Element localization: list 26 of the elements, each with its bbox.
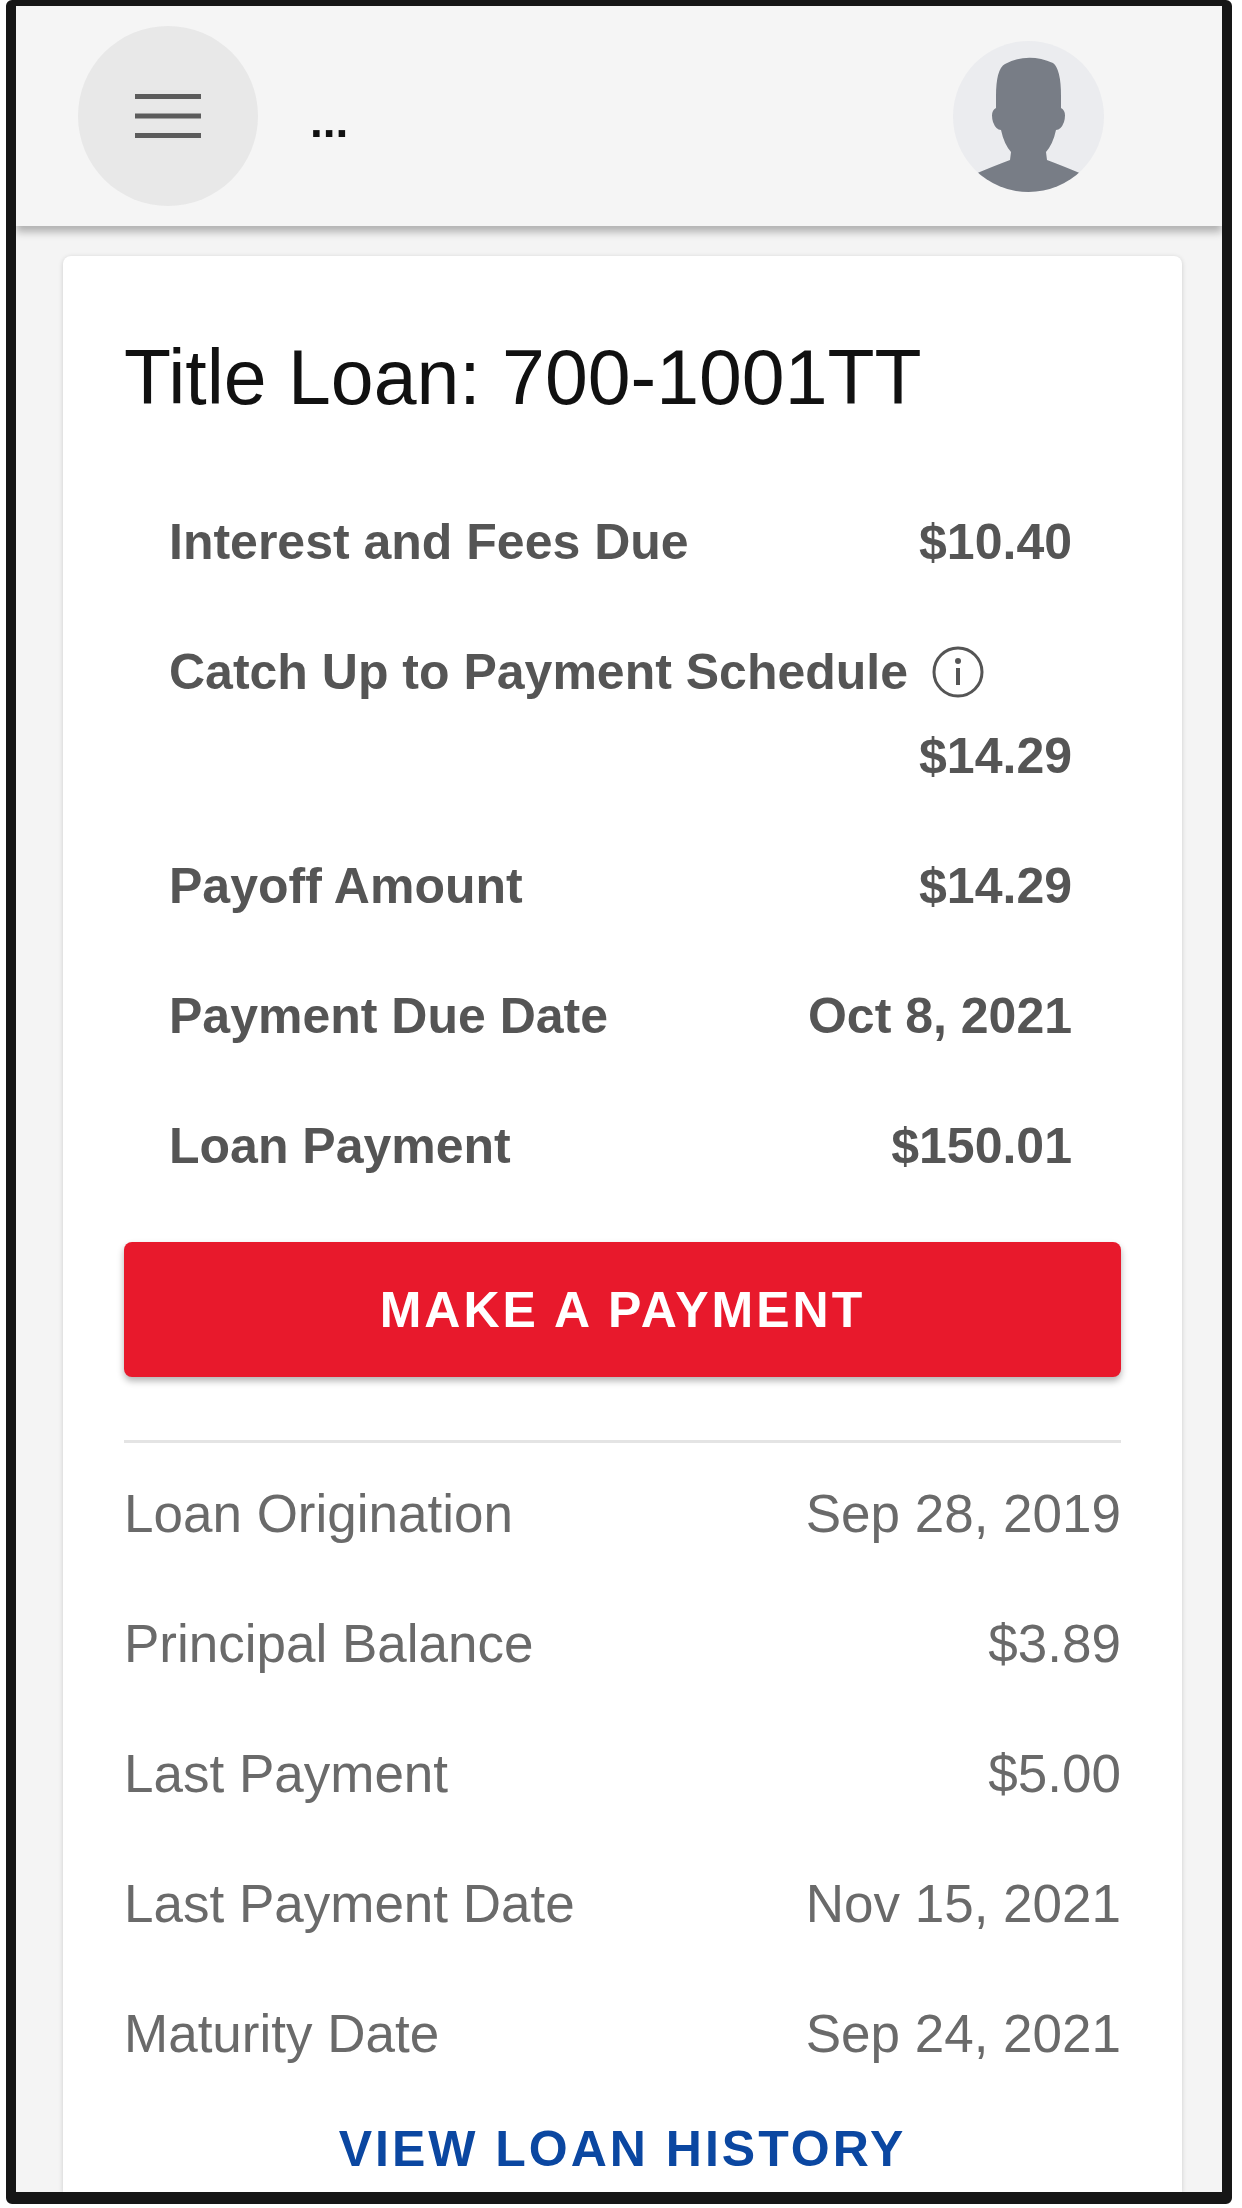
summary-label: Payment Due Date [169, 987, 609, 1046]
detail-value: Nov 15, 2021 [805, 1874, 1121, 1934]
summary-value: $14.29 [919, 727, 1072, 786]
detail-label: Last Payment Date [124, 1874, 575, 1934]
detail-value: Sep 24, 2021 [805, 2004, 1121, 2064]
summary-label: Payoff Amount [169, 857, 523, 916]
summary-value: $10.40 [919, 513, 1072, 572]
detail-label: Maturity Date [124, 2004, 440, 2064]
detail-label: Last Payment [124, 1744, 449, 1804]
card-title: Title Loan: 700-1001TT [124, 333, 923, 422]
view-loan-history-link[interactable]: VIEW LOAN HISTORY [338, 2119, 907, 2179]
info-icon[interactable] [932, 646, 985, 698]
menu-icon [135, 94, 201, 138]
app-bar-title: ... [310, 94, 349, 149]
summary-value: Oct 8, 2021 [807, 987, 1072, 1046]
detail-value: $3.89 [988, 1614, 1121, 1674]
make-payment-button[interactable]: MAKE A PAYMENT [124, 1242, 1121, 1377]
summary-label: Interest and Fees Due [169, 513, 689, 572]
detail-value: $5.00 [988, 1744, 1121, 1804]
summary-value: $150.01 [891, 1117, 1072, 1176]
detail-value: Sep 28, 2019 [805, 1484, 1121, 1544]
detail-label: Loan Origination [124, 1484, 513, 1544]
detail-label: Principal Balance [124, 1614, 534, 1674]
summary-value: $14.29 [919, 857, 1072, 916]
summary-label: Catch Up to Payment Schedule [169, 643, 909, 702]
summary-label: Loan Payment [169, 1117, 511, 1176]
